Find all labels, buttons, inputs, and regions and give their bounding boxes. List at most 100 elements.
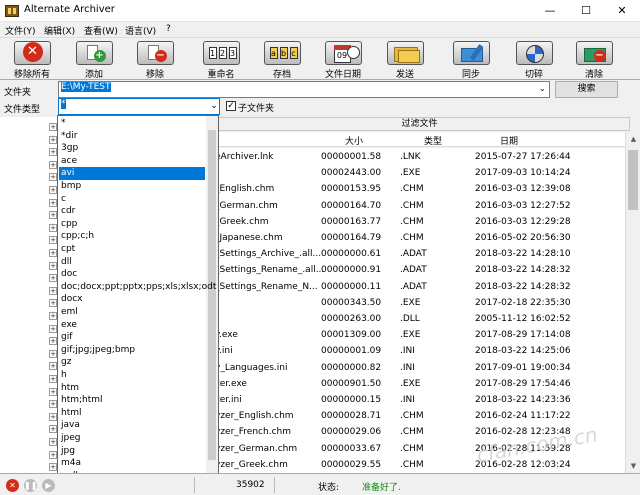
dropdown-scroll-thumb[interactable] [208, 130, 216, 460]
filetype-dropdown-list[interactable]: * *dir 3gp ace avi bmp c cdr cpp cpp;c;h cpt dll doc… [57, 115, 219, 493]
column-type[interactable]: 类型 [424, 134, 442, 147]
rename-button[interactable]: 123 重命名 [190, 40, 252, 80]
dropdown-item[interactable]: docx [59, 293, 205, 306]
stop-icon[interactable]: ✕ [6, 479, 19, 492]
file-list-scrollbar[interactable]: ▲ ▼ [625, 132, 640, 473]
dropdown-scrollbar[interactable] [206, 116, 218, 492]
tree-expand-icon[interactable]: + [49, 387, 57, 396]
dropdown-item[interactable]: html [59, 407, 205, 420]
dropdown-item[interactable]: doc [59, 268, 205, 281]
column-size[interactable]: 大小 [345, 134, 363, 147]
browse-button[interactable]: 搜索 [555, 81, 618, 98]
table-row[interactable]: y_Languages.ini 00000000.82 .INI 2017-09-01… [209, 359, 626, 376]
clear-button[interactable]: − 清除 [563, 40, 625, 80]
scroll-thumb[interactable] [628, 150, 638, 210]
dropdown-item[interactable]: m4a [59, 457, 205, 470]
dropdown-item[interactable]: cpt [59, 243, 205, 256]
subfolder-checkbox[interactable]: ✓ [226, 101, 236, 111]
dropdown-item[interactable]: cpp [59, 218, 205, 231]
folder-dropdown-icon[interactable]: ⌄ [539, 84, 546, 93]
dropdown-item[interactable]: 3gp [59, 142, 205, 155]
tree-expand-icon[interactable]: + [49, 286, 57, 295]
tree-expand-icon[interactable]: + [49, 412, 57, 421]
table-row[interactable]: _Settings_Archive_.all... 00000000.61 .ADA… [209, 245, 626, 262]
shred-button[interactable]: 切碎 [503, 40, 565, 80]
tree-expand-icon[interactable]: + [49, 223, 57, 232]
table-row[interactable]: yzer_English.chm 00000028.71 .CHM 2016-02-2… [209, 407, 626, 424]
dropdown-item[interactable]: htm [59, 382, 205, 395]
minimize-button[interactable]: — [532, 0, 568, 22]
file-list[interactable]: eArchiver.lnk 00000001.58 .LNK 2015-07-27 1… [209, 148, 626, 473]
dropdown-item[interactable]: h [59, 369, 205, 382]
chevron-down-icon[interactable]: ⌄ [208, 98, 220, 115]
tree-expand-icon[interactable]: + [49, 324, 57, 333]
tree-expand-icon[interactable]: + [49, 261, 57, 270]
tree-expand-icon[interactable]: + [49, 173, 57, 182]
tree-expand-icon[interactable]: + [49, 362, 57, 371]
menu-language[interactable]: 语言(V) [125, 24, 156, 37]
scroll-up-icon[interactable]: ▲ [626, 132, 640, 146]
menu-help[interactable]: ? [166, 24, 171, 34]
play-icon[interactable]: ▶ [42, 479, 55, 492]
column-date[interactable]: 日期 [500, 134, 518, 147]
dropdown-item[interactable]: gif;jpg;jpeg;bmp [59, 344, 205, 357]
tree-expand-icon[interactable]: + [49, 274, 57, 283]
table-row[interactable]: _Japanese.chm 00000164.79 .CHM 2016-05-02 2… [209, 229, 626, 246]
dropdown-item[interactable]: java [59, 419, 205, 432]
menu-file[interactable]: 文件(Y) [5, 24, 36, 37]
dropdown-item[interactable]: avi [59, 167, 205, 180]
dropdown-item[interactable]: jpg [59, 445, 205, 458]
tree-expand-icon[interactable]: + [49, 135, 57, 144]
maximize-button[interactable]: ☐ [568, 0, 604, 22]
table-row[interactable]: 00000263.00 .DLL 2005-11-12 16:02:52 [209, 310, 626, 327]
dropdown-item[interactable]: cdr [59, 205, 205, 218]
dropdown-item[interactable]: exe [59, 319, 205, 332]
dropdown-item[interactable]: ace [59, 155, 205, 168]
table-row[interactable]: _Greek.chm 00000163.77 .CHM 2016-03-03 12:2… [209, 213, 626, 230]
dropdown-item[interactable]: eml [59, 306, 205, 319]
tree-expand-icon[interactable]: + [49, 123, 57, 131]
tree-expand-icon[interactable]: + [49, 249, 57, 257]
table-row[interactable]: y.ini 00000001.09 .INI 2018-03-22 14:25:06 [209, 342, 626, 359]
remove-button[interactable]: − 移除 [124, 40, 186, 80]
tree-expand-icon[interactable]: + [49, 450, 57, 459]
tree-expand-icon[interactable]: + [49, 236, 57, 245]
table-row[interactable]: _Settings_Rename_N... 00000000.11 .ADAT 201… [209, 278, 626, 295]
folder-input[interactable]: E:\My-TEST [58, 81, 550, 98]
table-row[interactable]: 00000343.50 .EXE 2017-02-18 22:35:30 [209, 294, 626, 311]
tree-expand-icon[interactable]: + [49, 312, 57, 320]
dropdown-item[interactable]: jpeg [59, 432, 205, 445]
filetype-input[interactable]: * [58, 98, 220, 115]
table-row[interactable]: 00002443.00 .EXE 2017-09-03 10:14:24 [209, 164, 626, 181]
dropdown-item[interactable]: bmp [59, 180, 205, 193]
menu-view[interactable]: 查看(W) [84, 24, 118, 37]
tree-expand-icon[interactable]: + [49, 425, 57, 434]
add-button[interactable]: + 添加 [63, 40, 125, 80]
dropdown-item[interactable]: * [59, 117, 205, 130]
dropdown-item[interactable]: cpp;c;h [59, 230, 205, 243]
tree-expand-icon[interactable]: + [49, 337, 57, 346]
table-row[interactable]: zer.ini 00000000.15 .INI 2018-03-22 14:23:3… [209, 391, 626, 408]
tree-expand-icon[interactable]: + [49, 349, 57, 358]
remove-all-button[interactable]: ✕ 移除所有 [1, 40, 63, 80]
table-row[interactable]: _English.chm 00000153.95 .CHM 2016-03-03 12… [209, 180, 626, 197]
tree-expand-icon[interactable]: + [49, 198, 57, 207]
dropdown-item[interactable]: dll [59, 256, 205, 269]
table-row[interactable]: _German.chm 00000164.70 .CHM 2016-03-03 12:… [209, 197, 626, 214]
table-row[interactable]: _Settings_Rename_.all... 00000000.91 .ADAT… [209, 261, 626, 278]
table-row[interactable]: eArchiver.lnk 00000001.58 .LNK 2015-07-27 1… [209, 148, 626, 165]
close-button[interactable]: ✕ [604, 0, 640, 22]
tree-expand-icon[interactable]: + [49, 299, 57, 308]
tree-expand-icon[interactable]: + [49, 160, 57, 169]
send-button[interactable]: 发送 [374, 40, 436, 80]
tree-expand-icon[interactable]: + [49, 400, 57, 409]
file-date-button[interactable]: 09 文件日期 [312, 40, 374, 80]
dropdown-item[interactable]: htm;html [59, 394, 205, 407]
dropdown-item[interactable]: *dir [59, 130, 205, 143]
dropdown-item[interactable]: c [59, 193, 205, 206]
pause-icon[interactable]: ❚❚ [24, 479, 37, 492]
dropdown-item[interactable]: doc;docx;ppt;pptx;pps;xls;xlsx;odt [59, 281, 216, 294]
tree-expand-icon[interactable]: + [49, 375, 57, 383]
tree-expand-icon[interactable]: + [49, 463, 57, 472]
dropdown-item[interactable]: gz [59, 356, 205, 369]
